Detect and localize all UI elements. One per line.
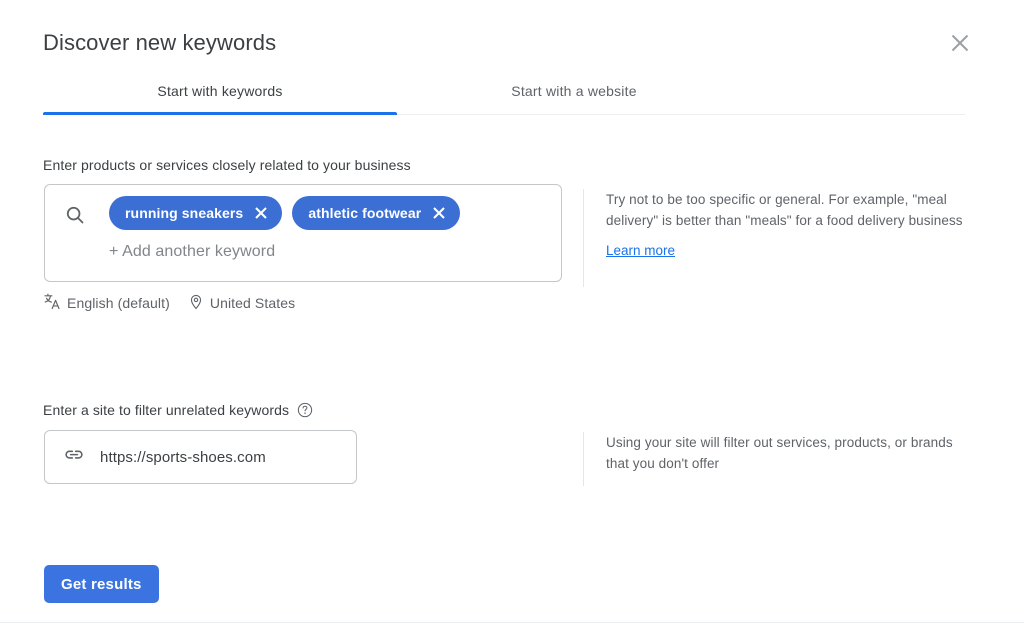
- language-selector[interactable]: English (default): [44, 293, 170, 313]
- link-icon: [63, 444, 85, 471]
- location-selector[interactable]: United States: [188, 294, 295, 313]
- learn-more-link[interactable]: Learn more: [606, 243, 675, 258]
- keyword-chip-label: athletic footwear: [308, 205, 421, 221]
- keywords-helper-text: Try not to be too specific or general. F…: [606, 189, 963, 231]
- tab-start-with-a-website[interactable]: Start with a website: [397, 68, 751, 114]
- page-title: Discover new keywords: [43, 28, 276, 58]
- discover-keywords-dialog: Discover new keywords Start with keyword…: [0, 0, 1024, 623]
- add-keyword-input[interactable]: + Add another keyword: [109, 243, 275, 261]
- get-results-button[interactable]: Get results: [44, 565, 159, 603]
- keywords-field-label: Enter products or services closely relat…: [43, 155, 411, 175]
- tab-label: Start with a website: [511, 83, 636, 99]
- location-pin-icon: [188, 294, 204, 313]
- active-tab-indicator: [43, 112, 397, 115]
- search-icon: [63, 203, 87, 227]
- keyword-settings-row: English (default) United States: [44, 293, 295, 313]
- keyword-chip[interactable]: athletic footwear: [292, 196, 460, 230]
- help-circle-icon[interactable]: [297, 402, 313, 418]
- site-helper-text: Using your site will filter out services…: [606, 432, 963, 474]
- keyword-chip-list: running sneakers athletic footwear: [109, 196, 460, 230]
- language-label: English (default): [67, 295, 170, 311]
- close-icon[interactable]: [253, 205, 269, 221]
- tab-label: Start with keywords: [157, 83, 282, 99]
- close-icon[interactable]: [431, 205, 447, 221]
- translate-icon: [44, 293, 61, 313]
- location-label: United States: [210, 295, 295, 311]
- site-url-value: https://sports-shoes.com: [100, 449, 266, 466]
- keywords-input-box[interactable]: running sneakers athletic footwear + Add…: [44, 184, 562, 282]
- site-field-label-row: Enter a site to filter unrelated keyword…: [43, 400, 313, 420]
- site-helper-panel: Using your site will filter out services…: [583, 432, 963, 486]
- tab-start-with-keywords[interactable]: Start with keywords: [43, 68, 397, 114]
- site-field-label: Enter a site to filter unrelated keyword…: [43, 400, 289, 420]
- tab-bar: Start with keywords Start with a website: [43, 68, 965, 116]
- close-button[interactable]: [945, 28, 975, 58]
- keyword-chip[interactable]: running sneakers: [109, 196, 282, 230]
- keywords-helper-panel: Try not to be too specific or general. F…: [583, 189, 963, 287]
- site-url-input[interactable]: https://sports-shoes.com: [44, 430, 357, 484]
- close-icon: [949, 32, 971, 54]
- keyword-chip-label: running sneakers: [125, 205, 243, 221]
